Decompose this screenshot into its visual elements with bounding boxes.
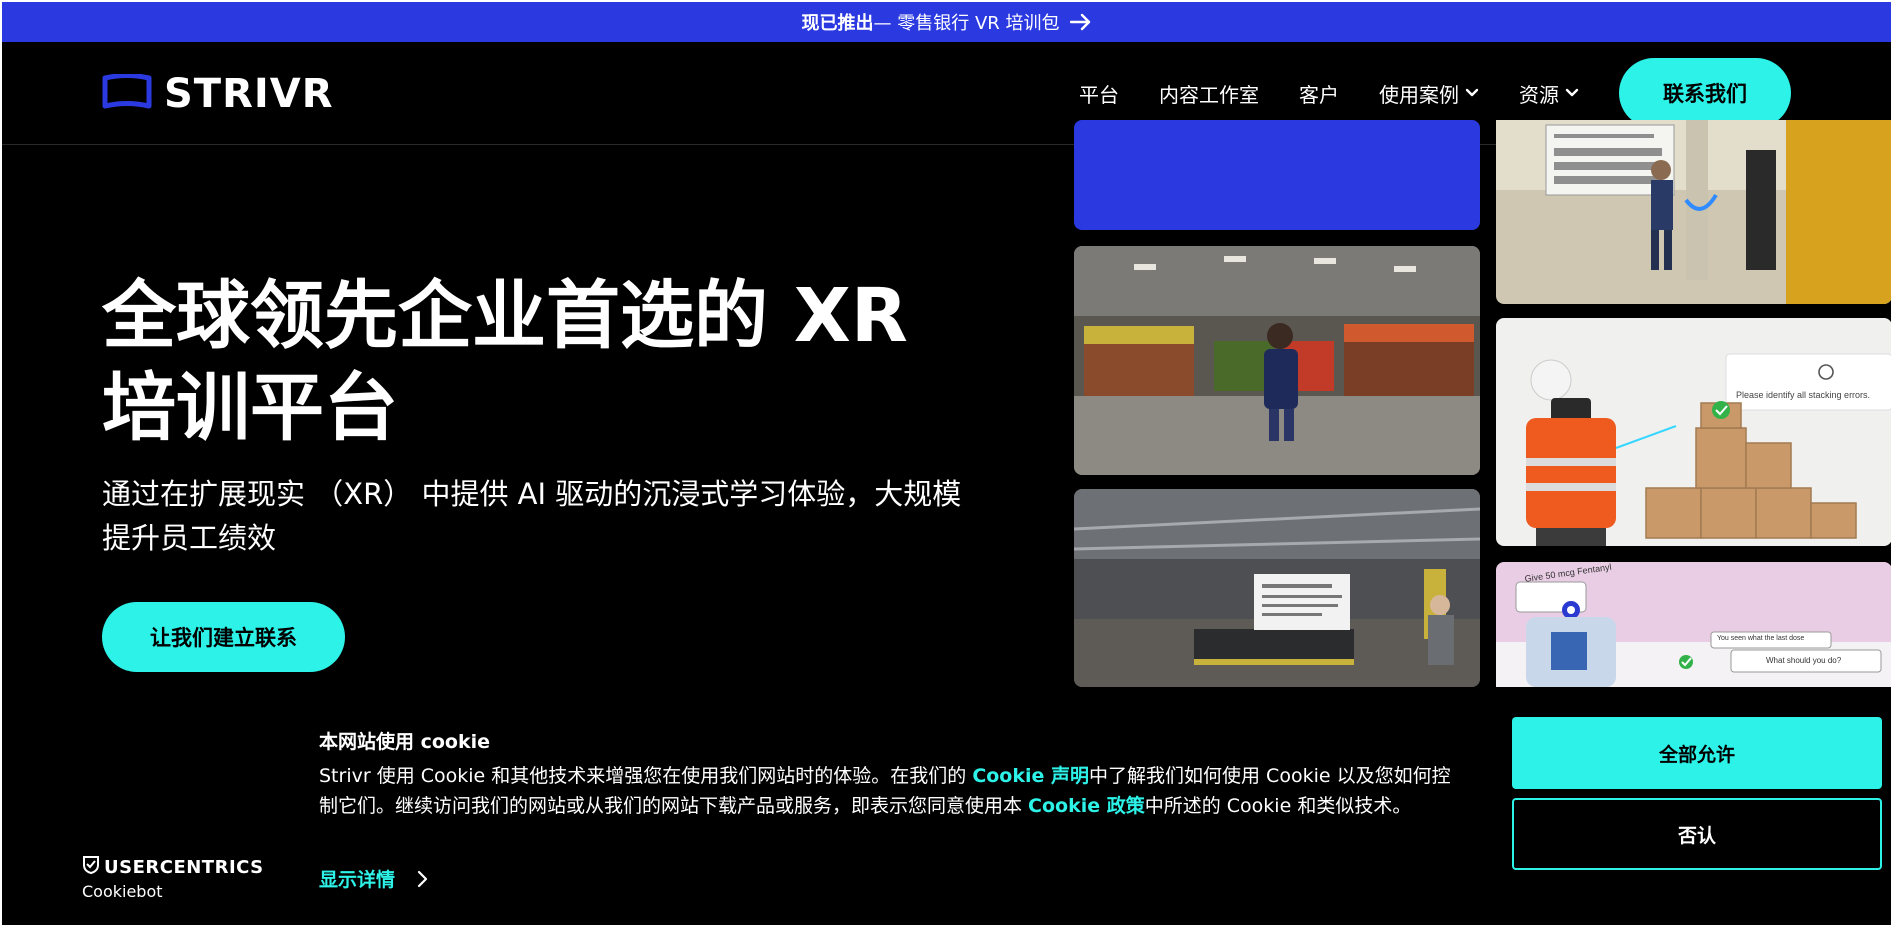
chevron-down-icon bbox=[1465, 88, 1479, 98]
chevron-right-icon bbox=[417, 870, 429, 888]
media-tile-industrial bbox=[1496, 120, 1891, 304]
media-tile-warehouse bbox=[1074, 489, 1480, 687]
get-in-touch-button[interactable]: 让我们建立联系 bbox=[102, 602, 345, 672]
media-tile-stacking: Please identify all stacking errors. bbox=[1496, 318, 1891, 546]
nav-item-platform[interactable]: 平台 bbox=[1079, 79, 1119, 108]
nav-item-customers[interactable]: 客户 bbox=[1299, 79, 1339, 108]
nav-item-content-studio[interactable]: 内容工作室 bbox=[1159, 79, 1259, 108]
cookie-statement-link[interactable]: Cookie 声明 bbox=[972, 765, 1089, 787]
announcement-bar[interactable]: 现已推出 — 零售银行 VR 培训包 bbox=[2, 2, 1891, 42]
media-tile-hospital: Give 50 mcg Fentanyl You seen what the l… bbox=[1496, 562, 1891, 687]
nav-label: 使用案例 bbox=[1379, 82, 1459, 107]
logo-mark-icon bbox=[102, 73, 152, 114]
dialog-question: What should you do? bbox=[1766, 656, 1842, 665]
cookie-text-part: 中所述的 Cookie 和类似技术。 bbox=[1144, 795, 1412, 817]
nav-label: 客户 bbox=[1299, 82, 1339, 107]
cookie-text-part: Strivr 使用 Cookie 和其他技术来增强您在使用我们网站时的体验。在我… bbox=[319, 765, 973, 787]
deny-button[interactable]: 否认 bbox=[1512, 798, 1882, 870]
media-tile-blue bbox=[1074, 120, 1480, 230]
strivr-logo[interactable]: STRIVR bbox=[102, 71, 334, 117]
logo-wordmark: STRIVR bbox=[164, 71, 334, 117]
hero-subtitle: 通过在扩展现实 （XR） 中提供 AI 驱动的沉浸式学习体验，大规模提升员工绩效 bbox=[102, 477, 962, 555]
cookie-title: 本网站使用 cookie bbox=[319, 731, 491, 753]
contact-us-button[interactable]: 联系我们 bbox=[1619, 58, 1791, 128]
media-tile-grocery bbox=[1074, 246, 1480, 475]
cookie-description: Strivr 使用 Cookie 和其他技术来增强您在使用我们网站时的体验。在我… bbox=[319, 761, 1469, 821]
nav-label: 内容工作室 bbox=[1159, 82, 1259, 107]
nav-item-use-cases[interactable]: 使用案例 bbox=[1379, 79, 1479, 108]
dialog-hint: You seen what the last dose bbox=[1717, 635, 1805, 642]
cookiebot-logo[interactable]: USERCENTRICS Cookiebot bbox=[82, 855, 264, 901]
nav-item-resources[interactable]: 资源 bbox=[1519, 79, 1579, 108]
announcement-text: — 零售银行 VR 培训包 bbox=[873, 13, 1060, 34]
allow-all-button[interactable]: 全部允许 bbox=[1512, 717, 1882, 789]
usercentrics-wordmark: USERCENTRICS bbox=[104, 857, 264, 878]
chevron-down-icon bbox=[1565, 88, 1579, 98]
cookiebot-wordmark: Cookiebot bbox=[82, 882, 163, 901]
show-details-link[interactable]: 显示详情 bbox=[319, 865, 429, 892]
browser-viewport: 现已推出 — 零售银行 VR 培训包 STRIVR 平台 内容工作室 客户 使用… bbox=[2, 2, 1891, 925]
show-details-label: 显示详情 bbox=[319, 869, 396, 891]
announcement-highlight: 现已推出 bbox=[801, 13, 874, 34]
main-nav: 平台 内容工作室 客户 使用案例 资源 联系我们 bbox=[1039, 58, 1791, 128]
stacking-prompt-text: Please identify all stacking errors. bbox=[1736, 390, 1871, 400]
nav-label: 平台 bbox=[1079, 82, 1119, 107]
arrow-right-icon bbox=[1069, 13, 1092, 31]
hero-title: 全球领先企业首选的 XR 培训平台 bbox=[102, 273, 908, 451]
nav-label: 资源 bbox=[1519, 82, 1559, 107]
shield-icon bbox=[82, 855, 100, 880]
cookie-policy-link[interactable]: Cookie 政策 bbox=[1028, 795, 1145, 817]
cookie-banner: USERCENTRICS Cookiebot 本网站使用 cookie Stri… bbox=[2, 687, 1891, 925]
